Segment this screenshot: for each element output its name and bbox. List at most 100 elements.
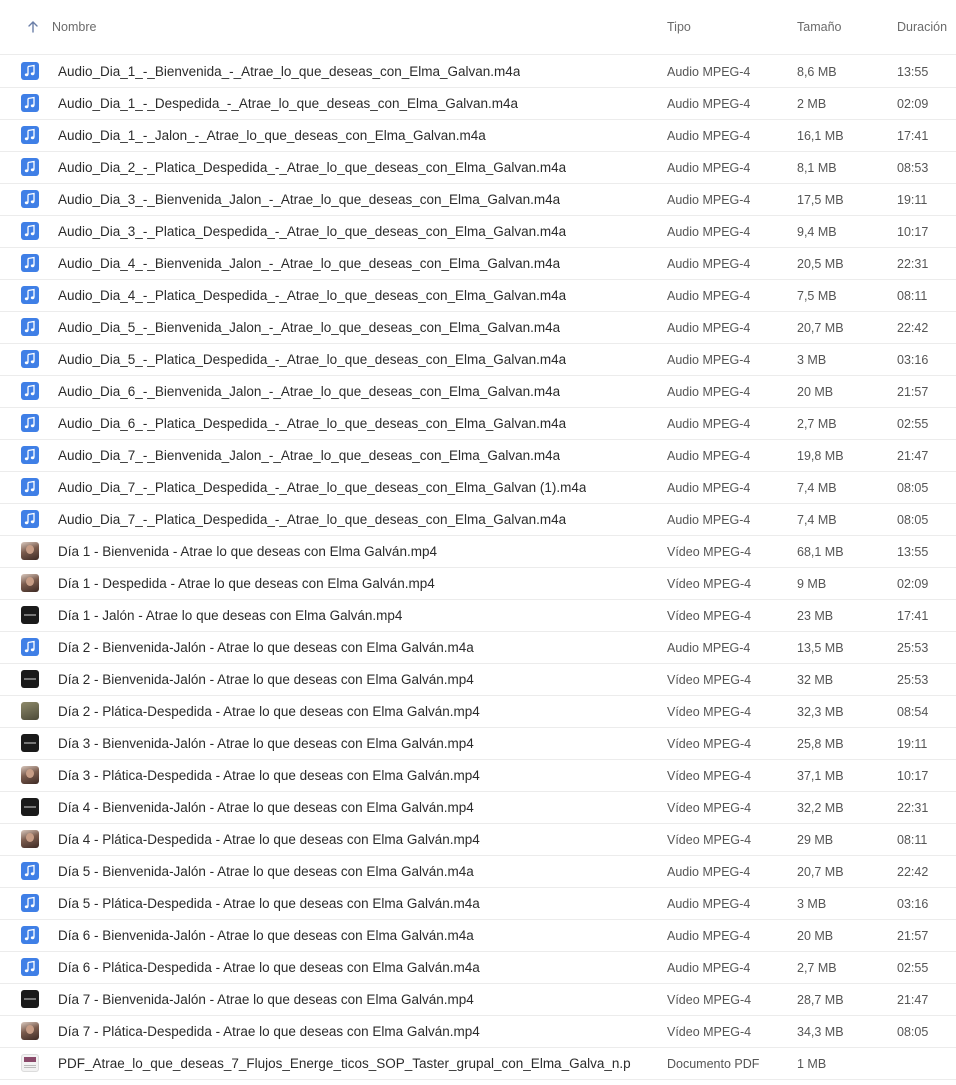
file-type: Audio MPEG-4 xyxy=(667,961,751,975)
audio-file-icon xyxy=(21,222,39,240)
file-type: Audio MPEG-4 xyxy=(667,257,751,271)
file-row[interactable]: Día 6 - Plática-Despedida - Atrae lo que… xyxy=(0,952,956,984)
audio-file-icon xyxy=(21,510,39,528)
file-row[interactable]: Día 7 - Bienvenida-Jalón - Atrae lo que … xyxy=(0,984,956,1016)
video-thumbnail-icon xyxy=(21,830,39,848)
file-row[interactable]: Audio_Dia_3_-_Platica_Despedida_-_Atrae_… xyxy=(0,216,956,248)
file-row[interactable]: Audio_Dia_6_-_Platica_Despedida_-_Atrae_… xyxy=(0,408,956,440)
video-thumbnail-icon xyxy=(21,574,39,592)
video-thumbnail-icon xyxy=(21,734,39,752)
file-size: 32,3 MB xyxy=(797,705,844,719)
file-size: 9 MB xyxy=(797,577,827,591)
file-row[interactable]: Audio_Dia_4_-_Bienvenida_Jalon_-_Atrae_l… xyxy=(0,248,956,280)
file-type: Audio MPEG-4 xyxy=(667,321,751,335)
file-duration: 03:16 xyxy=(897,353,929,367)
file-name: Día 4 - Bienvenida-Jalón - Atrae lo que … xyxy=(58,800,474,815)
file-duration: 08:54 xyxy=(897,705,929,719)
file-row[interactable]: Audio_Dia_4_-_Platica_Despedida_-_Atrae_… xyxy=(0,280,956,312)
file-row[interactable]: Día 3 - Plática-Despedida - Atrae lo que… xyxy=(0,760,956,792)
file-row[interactable]: PDF_Atrae_lo_que_deseas_7_Flujos_Energe_… xyxy=(0,1048,956,1080)
file-size: 7,4 MB xyxy=(797,513,837,527)
column-header-name[interactable]: Nombre xyxy=(52,20,96,34)
file-name: Audio_Dia_7_-_Platica_Despedida_-_Atrae_… xyxy=(58,512,567,527)
file-row[interactable]: Audio_Dia_5_-_Platica_Despedida_-_Atrae_… xyxy=(0,344,956,376)
file-row[interactable]: Audio_Dia_7_-_Bienvenida_Jalon_-_Atrae_l… xyxy=(0,440,956,472)
file-type: Audio MPEG-4 xyxy=(667,897,751,911)
file-type: Audio MPEG-4 xyxy=(667,129,751,143)
video-thumbnail-icon xyxy=(21,798,39,816)
audio-file-icon xyxy=(21,158,39,176)
column-header-type[interactable]: Tipo xyxy=(667,20,691,34)
file-row[interactable]: Día 7 - Plática-Despedida - Atrae lo que… xyxy=(0,1016,956,1048)
file-size: 28,7 MB xyxy=(797,993,844,1007)
file-row[interactable]: Día 4 - Bienvenida-Jalón - Atrae lo que … xyxy=(0,792,956,824)
file-duration: 13:55 xyxy=(897,65,929,79)
file-row[interactable]: Audio_Dia_6_-_Bienvenida_Jalon_-_Atrae_l… xyxy=(0,376,956,408)
audio-file-icon xyxy=(21,926,39,944)
file-row[interactable]: Día 1 - Despedida - Atrae lo que deseas … xyxy=(0,568,956,600)
file-row[interactable]: Día 5 - Plática-Despedida - Atrae lo que… xyxy=(0,888,956,920)
file-name: Audio_Dia_7_-_Platica_Despedida_-_Atrae_… xyxy=(58,480,587,495)
file-name: Audio_Dia_3_-_Platica_Despedida_-_Atrae_… xyxy=(58,224,567,239)
file-row[interactable]: Día 2 - Plática-Despedida - Atrae lo que… xyxy=(0,696,956,728)
file-name: Audio_Dia_1_-_Jalon_-_Atrae_lo_que_desea… xyxy=(58,128,486,143)
file-name: Audio_Dia_4_-_Platica_Despedida_-_Atrae_… xyxy=(58,288,567,303)
file-row[interactable]: Audio_Dia_7_-_Platica_Despedida_-_Atrae_… xyxy=(0,504,956,536)
file-duration: 17:41 xyxy=(897,609,929,623)
file-row[interactable]: Audio_Dia_2_-_Platica_Despedida_-_Atrae_… xyxy=(0,152,956,184)
file-size: 37,1 MB xyxy=(797,769,844,783)
column-header-duration[interactable]: Duración xyxy=(897,20,947,34)
file-type: Vídeo MPEG-4 xyxy=(667,769,752,783)
file-size: 29 MB xyxy=(797,833,834,847)
file-type: Audio MPEG-4 xyxy=(667,65,751,79)
file-name: Audio_Dia_1_-_Bienvenida_-_Atrae_lo_que_… xyxy=(58,64,521,79)
video-thumbnail-icon xyxy=(21,606,39,624)
file-row[interactable]: Día 3 - Bienvenida-Jalón - Atrae lo que … xyxy=(0,728,956,760)
file-name: Audio_Dia_5_-_Bienvenida_Jalon_-_Atrae_l… xyxy=(58,320,561,335)
audio-file-icon xyxy=(21,318,39,336)
audio-file-icon xyxy=(21,862,39,880)
audio-file-icon xyxy=(21,190,39,208)
file-row[interactable]: Día 1 - Jalón - Atrae lo que deseas con … xyxy=(0,600,956,632)
file-size: 8,1 MB xyxy=(797,161,837,175)
file-row[interactable]: Audio_Dia_3_-_Bienvenida_Jalon_-_Atrae_l… xyxy=(0,184,956,216)
file-name: Día 1 - Bienvenida - Atrae lo que deseas… xyxy=(58,544,437,559)
file-row[interactable]: Día 2 - Bienvenida-Jalón - Atrae lo que … xyxy=(0,632,956,664)
file-duration: 02:09 xyxy=(897,97,929,111)
file-row[interactable]: Audio_Dia_5_-_Bienvenida_Jalon_-_Atrae_l… xyxy=(0,312,956,344)
file-size: 2 MB xyxy=(797,97,827,111)
file-row[interactable]: Día 1 - Bienvenida - Atrae lo que deseas… xyxy=(0,536,956,568)
file-row[interactable]: Día 5 - Bienvenida-Jalón - Atrae lo que … xyxy=(0,856,956,888)
column-header-size[interactable]: Tamaño xyxy=(797,20,841,34)
file-size: 16,1 MB xyxy=(797,129,844,143)
file-name: Audio_Dia_4_-_Bienvenida_Jalon_-_Atrae_l… xyxy=(58,256,561,271)
file-name: Audio_Dia_2_-_Platica_Despedida_-_Atrae_… xyxy=(58,160,567,175)
file-name: Día 2 - Bienvenida-Jalón - Atrae lo que … xyxy=(58,640,474,655)
file-name: Día 4 - Plática-Despedida - Atrae lo que… xyxy=(58,832,480,847)
file-name: PDF_Atrae_lo_que_deseas_7_Flujos_Energe_… xyxy=(58,1056,631,1071)
video-thumbnail-icon xyxy=(21,990,39,1008)
file-name: Día 7 - Plática-Despedida - Atrae lo que… xyxy=(58,1024,480,1039)
file-row[interactable]: Audio_Dia_1_-_Despedida_-_Atrae_lo_que_d… xyxy=(0,88,956,120)
file-duration: 10:17 xyxy=(897,769,929,783)
file-name: Día 6 - Plática-Despedida - Atrae lo que… xyxy=(58,960,480,975)
file-size: 32,2 MB xyxy=(797,801,844,815)
file-name: Día 2 - Bienvenida-Jalón - Atrae lo que … xyxy=(58,672,474,687)
file-row[interactable]: Día 4 - Plática-Despedida - Atrae lo que… xyxy=(0,824,956,856)
file-size: 25,8 MB xyxy=(797,737,844,751)
file-row[interactable]: Día 6 - Bienvenida-Jalón - Atrae lo que … xyxy=(0,920,956,952)
file-row[interactable]: Audio_Dia_1_-_Bienvenida_-_Atrae_lo_que_… xyxy=(0,56,956,88)
file-type: Audio MPEG-4 xyxy=(667,289,751,303)
file-duration: 22:31 xyxy=(897,801,929,815)
file-row[interactable]: Audio_Dia_1_-_Jalon_-_Atrae_lo_que_desea… xyxy=(0,120,956,152)
file-duration: 08:11 xyxy=(897,289,928,303)
file-row[interactable]: Día 2 - Bienvenida-Jalón - Atrae lo que … xyxy=(0,664,956,696)
file-type: Audio MPEG-4 xyxy=(667,385,751,399)
file-size: 20,5 MB xyxy=(797,257,844,271)
file-size: 2,7 MB xyxy=(797,417,837,431)
file-type: Vídeo MPEG-4 xyxy=(667,673,752,687)
file-size: 3 MB xyxy=(797,897,827,911)
file-duration: 21:47 xyxy=(897,993,929,1007)
arrow-up-icon[interactable] xyxy=(26,20,40,34)
file-row[interactable]: Audio_Dia_7_-_Platica_Despedida_-_Atrae_… xyxy=(0,472,956,504)
